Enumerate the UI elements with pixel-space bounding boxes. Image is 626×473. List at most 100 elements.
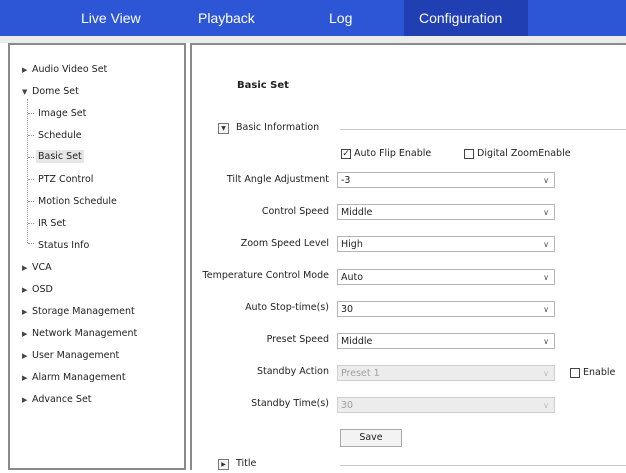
auto-flip-checkbox[interactable]: ✓ [341, 149, 351, 159]
standby-action-value: Preset 1 [341, 368, 380, 379]
control-speed-value: Middle [341, 207, 373, 218]
preset-speed-value: Middle [341, 336, 373, 347]
tree-item-audio-video-set[interactable]: ▶ Audio Video Set [22, 64, 107, 75]
tree-item-schedule[interactable]: Schedule [38, 130, 82, 141]
tree-item-label: VCA [32, 262, 52, 273]
standby-time-value: 30 [341, 400, 354, 411]
zoom-speed-select[interactable]: High ∨ [337, 236, 555, 252]
tree-item-ir-set[interactable]: IR Set [38, 218, 66, 229]
nav-separator [0, 36, 626, 43]
standby-time-label: Standby Time(s) [251, 398, 329, 409]
zoom-speed-label: Zoom Speed Level [240, 238, 329, 249]
collapsed-arrow-icon: ▶ [22, 330, 28, 338]
chevron-down-icon: ∨ [543, 305, 549, 314]
auto-stop-time-select[interactable]: 30 ∨ [337, 301, 555, 317]
tree-connector [28, 201, 34, 202]
tree-item-label: Status Info [38, 240, 90, 251]
tree-item-label: Schedule [38, 130, 82, 141]
tree-connector [28, 113, 34, 114]
tilt-angle-select[interactable]: -3 ∨ [337, 172, 555, 188]
standby-enable-label: Enable [583, 367, 616, 378]
tree-item-storage-management[interactable]: ▶ Storage Management [22, 306, 135, 317]
page-title: Basic Set [237, 80, 289, 91]
digital-zoom-checkbox[interactable] [464, 149, 474, 159]
chevron-down-icon: ∨ [543, 401, 549, 410]
preset-speed-label: Preset Speed [266, 334, 329, 345]
chevron-down-icon: ∨ [543, 273, 549, 282]
tree-item-label: Basic Set [36, 150, 84, 163]
tree-item-label: IR Set [38, 218, 67, 229]
control-speed-label: Control Speed [261, 206, 329, 217]
tree-item-label: Network Management [32, 328, 138, 339]
expanded-arrow-icon: ▼ [22, 88, 28, 96]
tree-item-dome-set[interactable]: ▼ Dome Set [22, 86, 79, 97]
tree-item-advance-set[interactable]: ▶ Advance Set [22, 394, 92, 405]
tree-item-label: Dome Set [32, 86, 79, 97]
standby-time-select: 30 ∨ [337, 397, 555, 413]
temperature-control-value: Auto [341, 272, 364, 283]
tree-item-alarm-management[interactable]: ▶ Alarm Management [22, 372, 126, 383]
collapsed-arrow-icon: ▶ [221, 461, 226, 468]
control-speed-select[interactable]: Middle ∨ [337, 204, 555, 220]
collapsed-arrow-icon: ▶ [22, 286, 28, 294]
zoom-speed-value: High [341, 239, 363, 250]
chevron-down-icon: ∨ [543, 176, 549, 185]
chevron-down-icon: ∨ [543, 369, 549, 378]
auto-flip-label: Auto Flip Enable [354, 148, 432, 159]
tab-configuration[interactable]: Configuration [404, 0, 528, 36]
tree-item-user-management[interactable]: ▶ User Management [22, 350, 119, 361]
tab-log[interactable]: Log [329, 0, 352, 36]
collapsed-arrow-icon: ▶ [22, 352, 28, 360]
tree-item-status-info[interactable]: Status Info [38, 240, 89, 251]
checkmark-icon: ✓ [342, 149, 350, 159]
tab-playback[interactable]: Playback [198, 0, 255, 36]
tree-item-label: PTZ Control [38, 174, 94, 185]
chevron-down-icon: ∨ [543, 208, 549, 217]
tree-item-network-management[interactable]: ▶ Network Management [22, 328, 137, 339]
tree-item-label: Motion Schedule [38, 196, 117, 207]
tree-item-vca[interactable]: ▶ VCA [22, 262, 52, 273]
standby-action-label: Standby Action [256, 366, 329, 377]
tree-item-ptz-control[interactable]: PTZ Control [38, 174, 93, 185]
standby-action-select: Preset 1 ∨ [337, 365, 555, 381]
tree-item-basic-set[interactable]: Basic Set [36, 150, 84, 163]
tree-item-label: User Management [32, 350, 120, 361]
save-button[interactable]: Save [340, 429, 402, 447]
auto-stop-time-value: 30 [341, 304, 354, 315]
auto-stop-time-label: Auto Stop-time(s) [245, 302, 329, 313]
section-collapse-toggle[interactable]: ▼ [218, 123, 229, 134]
chevron-down-icon: ∨ [543, 240, 549, 249]
tree-item-label: Image Set [38, 108, 87, 119]
section-expand-toggle[interactable]: ▶ [218, 459, 229, 470]
tree-item-label: Audio Video Set [32, 64, 108, 75]
tree-connector [28, 157, 34, 158]
collapsed-arrow-icon: ▶ [22, 264, 28, 272]
standby-enable-checkbox[interactable] [570, 368, 580, 378]
collapsed-arrow-icon: ▶ [22, 396, 28, 404]
chevron-down-icon: ∨ [543, 337, 549, 346]
digital-zoom-label: Digital ZoomEnable [477, 148, 571, 159]
collapsed-arrow-icon: ▶ [22, 308, 28, 316]
section-divider [340, 129, 626, 130]
tab-live-view[interactable]: Live View [81, 0, 141, 36]
tree-item-motion-schedule[interactable]: Motion Schedule [38, 196, 117, 207]
tree-item-osd[interactable]: ▶ OSD [22, 284, 53, 295]
tree-item-label: Storage Management [32, 306, 135, 317]
section-divider [340, 465, 626, 466]
section-basic-information: Basic Information [236, 122, 320, 133]
tree-item-label: OSD [32, 284, 53, 295]
top-navigation: Live View Playback Log Configuration [0, 0, 626, 36]
tree-connector [28, 135, 34, 136]
tree-connector [28, 179, 34, 180]
expanded-arrow-icon: ▼ [221, 125, 226, 132]
tree-guide-line [27, 99, 28, 243]
tree-connector [28, 223, 34, 224]
collapsed-arrow-icon: ▶ [22, 66, 28, 74]
section-title: Title [236, 458, 257, 469]
tree-connector [28, 243, 34, 244]
temperature-control-select[interactable]: Auto ∨ [337, 269, 555, 285]
preset-speed-select[interactable]: Middle ∨ [337, 333, 555, 349]
tree-item-label: Advance Set [32, 394, 92, 405]
tree-item-image-set[interactable]: Image Set [38, 108, 86, 119]
settings-panel: Basic Set ▼ Basic Information ✓ Auto Fli… [190, 43, 626, 470]
